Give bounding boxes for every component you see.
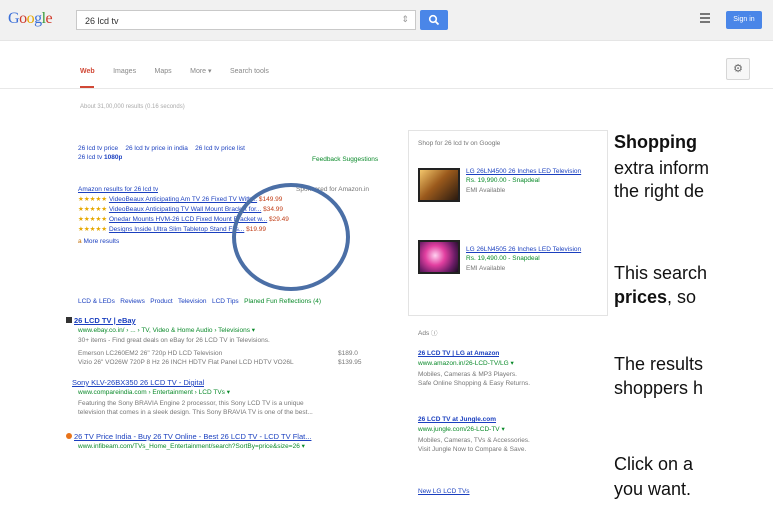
search-icon xyxy=(428,14,440,26)
amazon-results-header[interactable]: Amazon results for 26 lcd tv xyxy=(78,186,158,194)
tab-divider xyxy=(0,88,773,89)
related-link[interactable]: 26 lcd tv price xyxy=(78,145,118,152)
overlay-text: Click on a xyxy=(614,454,694,474)
ad-url: www.amazon.in/26-LCD-TV/LG ▾ xyxy=(418,360,514,367)
ad-text: Mobiles, Cameras & MP3 Players. xyxy=(418,371,517,378)
annotation-circle xyxy=(232,183,350,291)
ebay-favicon-icon xyxy=(66,317,72,323)
result-table-row: Vizio 26" VO26W 720P 8 Hz 26 INCH HDTV F… xyxy=(78,359,362,366)
feedback-link[interactable]: Feedback Suggestions xyxy=(312,156,378,164)
ads-label: Ads ⓘ xyxy=(418,330,438,337)
ad-link[interactable]: LCD & LEDs xyxy=(78,298,115,305)
overlay-text: the right de xyxy=(614,181,705,201)
overlay-text: prices, so xyxy=(614,287,697,307)
overlay-text: The results xyxy=(614,354,704,374)
result-title[interactable]: Sony KLV-26BX350 26 LCD TV - Digital xyxy=(72,378,204,387)
ad-link[interactable]: Planed Fun Reflections (4) xyxy=(244,298,321,305)
shopping-item-name[interactable]: LG 26LN4500 26 Inches LED Television xyxy=(466,168,606,176)
search-input[interactable] xyxy=(83,12,387,30)
related-link[interactable]: 26 lcd tv price list xyxy=(195,145,245,152)
ad-link[interactable]: LCD Tips xyxy=(212,298,239,305)
ad-link[interactable]: Reviews xyxy=(120,298,145,305)
sign-in-button[interactable]: Sign in xyxy=(726,11,762,29)
result-table-row: Emerson LC260EM2 26" 720p HD LCD Televis… xyxy=(78,350,358,357)
more-results-link[interactable]: a More results xyxy=(78,238,119,246)
result-snippet: 30+ items - Find great deals on eBay for… xyxy=(78,337,270,344)
ad-link[interactable]: Television xyxy=(178,298,207,305)
ad-title[interactable]: 26 LCD TV | LG at Amazon xyxy=(418,350,499,358)
ad-url: www.jungle.com/26-LCD-TV ▾ xyxy=(418,426,505,433)
ad-title[interactable]: New LG LCD TVs xyxy=(418,488,470,496)
infibeam-favicon-icon xyxy=(66,433,72,439)
related-search-row: 26 lcd tv price 26 lcd tv price in india… xyxy=(78,145,245,153)
related-link[interactable]: 26 lcd tv price in india xyxy=(125,145,188,152)
overlay-text: extra inform xyxy=(614,158,710,178)
tv-product-image[interactable] xyxy=(418,240,460,274)
shopping-item-price: Rs. 19,490.00 - Snapdeal xyxy=(466,255,540,262)
ad-links-row: LCD & LEDs Reviews Product Television LC… xyxy=(78,298,398,306)
ad-link[interactable]: Product xyxy=(150,298,172,305)
overlay-text: This search xyxy=(614,263,708,283)
search-button[interactable] xyxy=(420,10,448,30)
result-snippet: television that comes in a sleek design.… xyxy=(78,409,313,416)
ad-text: Safe Online Shopping & Easy Returns. xyxy=(418,380,531,387)
result-url: www.compareindia.com › Entertainment › L… xyxy=(78,389,230,396)
shopping-item-extra: EMI Available xyxy=(466,187,506,194)
result-title[interactable]: 26 TV Price India - Buy 26 TV Online - B… xyxy=(66,432,396,441)
ad-text: Visit Jungle Now to Compare & Save. xyxy=(418,446,527,453)
overlay-text: you want. xyxy=(614,479,692,499)
shopping-item-name[interactable]: LG 26LN4505 26 Inches LED Television xyxy=(466,246,606,254)
search-box[interactable]: ⇕ xyxy=(76,10,416,30)
settings-gear-icon[interactable]: ⚙ xyxy=(726,58,750,80)
tab-web[interactable]: Web xyxy=(80,68,95,75)
overlay-text: Shopping xyxy=(614,132,697,152)
amazon-logo-icon: a xyxy=(78,238,82,245)
result-url: www.infibeam.com/TVs_Home_Entertainment/… xyxy=(78,443,305,450)
result-url: www.ebay.co.in/ › ... › TV, Video & Home… xyxy=(78,327,256,334)
top-bar: Google ⇕ Sign in xyxy=(0,0,773,41)
tv-product-image[interactable] xyxy=(418,168,460,202)
shopping-item-extra: EMI Available xyxy=(466,265,506,272)
apps-menu-icon[interactable] xyxy=(700,13,710,25)
tab-more[interactable]: More ▾ xyxy=(190,67,211,75)
ad-text: Mobiles, Cameras, TVs & Accessories. xyxy=(418,437,530,444)
search-tabs: Web Images Maps More ▾ Search tools xyxy=(80,60,283,78)
shopping-title: Shop for 26 lcd tv on Google xyxy=(418,140,501,147)
google-logo[interactable]: Google xyxy=(8,10,53,28)
shopping-item-price: Rs. 19,990.00 - Snapdeal xyxy=(466,177,540,184)
result-stats: About 31,00,000 results (0.16 seconds) xyxy=(80,104,185,110)
overlay-text: shoppers h xyxy=(614,378,704,398)
tab-maps[interactable]: Maps xyxy=(155,68,172,75)
tab-images[interactable]: Images xyxy=(113,68,136,75)
result-title[interactable]: 26 LCD TV | eBay xyxy=(66,316,136,325)
clear-icon[interactable]: ⇕ xyxy=(401,14,409,25)
shopping-panel xyxy=(408,130,608,316)
related-link[interactable]: 26 lcd tv 1080p xyxy=(78,154,122,162)
result-snippet: Featuring the Sony BRAVIA Engine 2 proce… xyxy=(78,400,304,407)
ad-title[interactable]: 26 LCD TV at Jungle.com xyxy=(418,416,496,424)
tab-search-tools[interactable]: Search tools xyxy=(230,68,269,75)
